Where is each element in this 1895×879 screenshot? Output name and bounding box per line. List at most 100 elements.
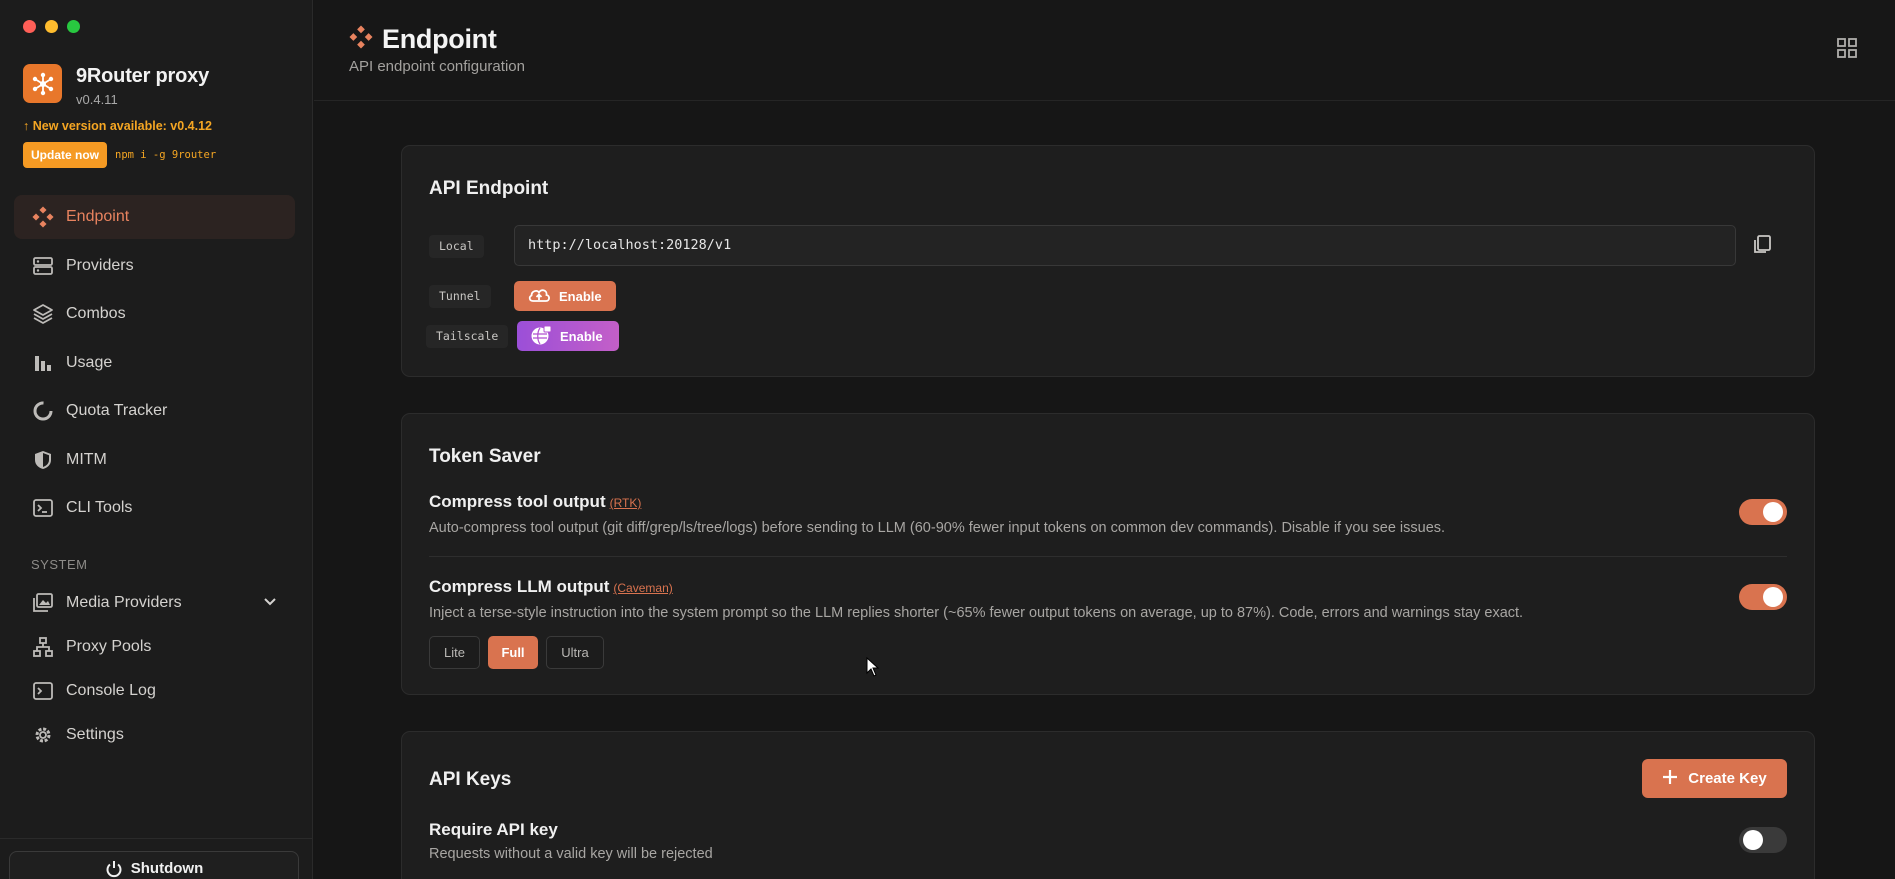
system-section-label: SYSTEM xyxy=(31,557,88,572)
sidebar-item-media-providers[interactable]: Media Providers xyxy=(14,583,295,623)
compress-llm-toggle[interactable] xyxy=(1739,584,1787,610)
cloud-upload-icon xyxy=(527,286,551,307)
sidebar-item-settings[interactable]: Settings xyxy=(14,715,295,755)
sidebar-item-label: Quota Tracker xyxy=(66,402,168,419)
compress-tool-title-text: Compress tool output xyxy=(429,492,606,511)
require-key-title: Require API key xyxy=(429,820,558,839)
donut-icon xyxy=(32,400,54,422)
page-title: Endpoint xyxy=(349,24,497,55)
sidebar: 9Router proxy v0.4.11 ↑ New version avai… xyxy=(0,0,313,879)
main-nav: Endpoint Providers Combos Usage Quota Tr… xyxy=(14,195,295,535)
token-saver-title: Token Saver xyxy=(429,446,541,467)
compress-tool-title: Compress tool output (RTK) xyxy=(429,492,641,512)
api-endpoint-card: API Endpoint Local http://localhost:2012… xyxy=(401,145,1815,377)
globe-lock-icon xyxy=(530,324,552,349)
require-key-toggle[interactable] xyxy=(1739,827,1787,853)
token-saver-card: Token Saver Compress tool output (RTK) Au… xyxy=(401,413,1815,695)
sidebar-item-providers[interactable]: Providers xyxy=(14,244,295,288)
divider xyxy=(429,556,1787,557)
media-icon xyxy=(32,592,54,614)
api-endpoint-title: API Endpoint xyxy=(429,178,549,199)
sidebar-item-label: Media Providers xyxy=(66,594,182,611)
power-icon xyxy=(105,860,123,879)
compress-llm-desc: Inject a terse-style instruction into th… xyxy=(429,605,1524,621)
sidebar-item-label: Usage xyxy=(66,353,113,371)
compress-llm-title: Compress LLM output (Caveman) xyxy=(429,577,673,597)
compress-tool-toggle[interactable] xyxy=(1739,499,1787,525)
system-nav: Media Providers Proxy Pools Console Log … xyxy=(14,583,295,759)
compress-llm-title-text: Compress LLM output xyxy=(429,577,610,596)
page-subtitle: API endpoint configuration xyxy=(349,58,525,75)
sidebar-item-console-log[interactable]: Console Log xyxy=(14,671,295,711)
tunnel-enable-button[interactable]: Enable xyxy=(514,281,616,311)
window-controls xyxy=(23,20,80,33)
console-icon xyxy=(32,680,54,702)
sidebar-item-combos[interactable]: Combos xyxy=(14,292,295,336)
sidebar-item-cli-tools[interactable]: CLI Tools xyxy=(14,486,295,530)
local-url-field[interactable]: http://localhost:20128/v1 xyxy=(514,225,1736,266)
terminal-icon xyxy=(32,497,54,519)
grid-view-icon[interactable] xyxy=(1836,37,1858,64)
sidebar-item-endpoint[interactable]: Endpoint xyxy=(14,195,295,239)
endpoint-icon xyxy=(349,25,373,54)
update-notice: ↑ New version available: v0.4.12 xyxy=(23,119,212,133)
tailscale-label: Tailscale xyxy=(426,325,509,348)
close-window-button[interactable] xyxy=(23,20,36,33)
server-icon xyxy=(32,255,54,277)
app-name: 9Router proxy xyxy=(76,65,209,87)
mouse-cursor-icon xyxy=(866,656,880,682)
require-key-desc: Requests without a valid key will be rej… xyxy=(429,846,713,862)
shutdown-button[interactable]: Shutdown xyxy=(9,851,299,879)
sidebar-item-quota-tracker[interactable]: Quota Tracker xyxy=(14,389,295,433)
plus-icon xyxy=(1662,769,1678,789)
toggle-knob xyxy=(1743,830,1763,850)
sidebar-item-label: Combos xyxy=(66,305,126,322)
update-command: npm i -g 9router xyxy=(115,149,217,161)
tunnel-enable-label: Enable xyxy=(559,288,602,304)
mode-lite-button[interactable]: Lite xyxy=(429,636,480,669)
update-now-button[interactable]: Update now xyxy=(23,142,107,168)
sidebar-divider xyxy=(0,838,313,839)
mode-full-button[interactable]: Full xyxy=(488,636,538,669)
maximize-window-button[interactable] xyxy=(67,20,80,33)
brand: 9Router proxy v0.4.11 xyxy=(23,64,209,107)
api-keys-card: API Keys Create Key Require API key Requ… xyxy=(401,731,1815,879)
sidebar-item-label: Settings xyxy=(66,726,124,743)
page-title-text: Endpoint xyxy=(382,24,497,54)
toggle-knob xyxy=(1763,587,1783,607)
local-label: Local xyxy=(429,235,484,258)
tailscale-enable-button[interactable]: Enable xyxy=(517,321,619,351)
minimize-window-button[interactable] xyxy=(45,20,58,33)
sidebar-item-label: Providers xyxy=(66,256,134,274)
sidebar-item-usage[interactable]: Usage xyxy=(14,341,295,385)
mode-ultra-button[interactable]: Ultra xyxy=(546,636,604,669)
app-logo-icon xyxy=(23,64,62,103)
sidebar-item-label: Console Log xyxy=(66,682,156,699)
caveman-link[interactable]: (Caveman) xyxy=(613,581,672,595)
network-icon xyxy=(32,636,54,658)
chevron-down-icon[interactable] xyxy=(263,594,277,613)
shutdown-label: Shutdown xyxy=(130,860,204,877)
compress-tool-desc: Auto-compress tool output (git diff/grep… xyxy=(429,520,1446,536)
api-keys-title: API Keys xyxy=(429,769,512,790)
endpoint-icon xyxy=(32,206,54,228)
sidebar-item-mitm[interactable]: MITM xyxy=(14,438,295,482)
page-header: Endpoint API endpoint configuration xyxy=(314,0,1895,101)
sidebar-item-proxy-pools[interactable]: Proxy Pools xyxy=(14,627,295,667)
tunnel-label: Tunnel xyxy=(429,285,491,308)
layers-icon xyxy=(32,303,54,325)
create-key-label: Create Key xyxy=(1688,770,1767,787)
create-key-button[interactable]: Create Key xyxy=(1642,759,1787,798)
bar-chart-icon xyxy=(32,352,54,374)
copy-icon[interactable] xyxy=(1751,233,1773,260)
rtk-link[interactable]: (RTK) xyxy=(610,496,642,510)
tailscale-enable-label: Enable xyxy=(560,328,603,344)
sidebar-item-label: Proxy Pools xyxy=(66,638,152,655)
sidebar-item-label: CLI Tools xyxy=(66,499,133,516)
update-row: Update now npm i -g 9router xyxy=(23,142,216,168)
sidebar-item-label: Endpoint xyxy=(66,208,130,225)
shield-icon xyxy=(32,449,54,471)
gear-icon xyxy=(32,724,54,746)
toggle-knob xyxy=(1763,502,1783,522)
app-version: v0.4.11 xyxy=(76,92,118,107)
